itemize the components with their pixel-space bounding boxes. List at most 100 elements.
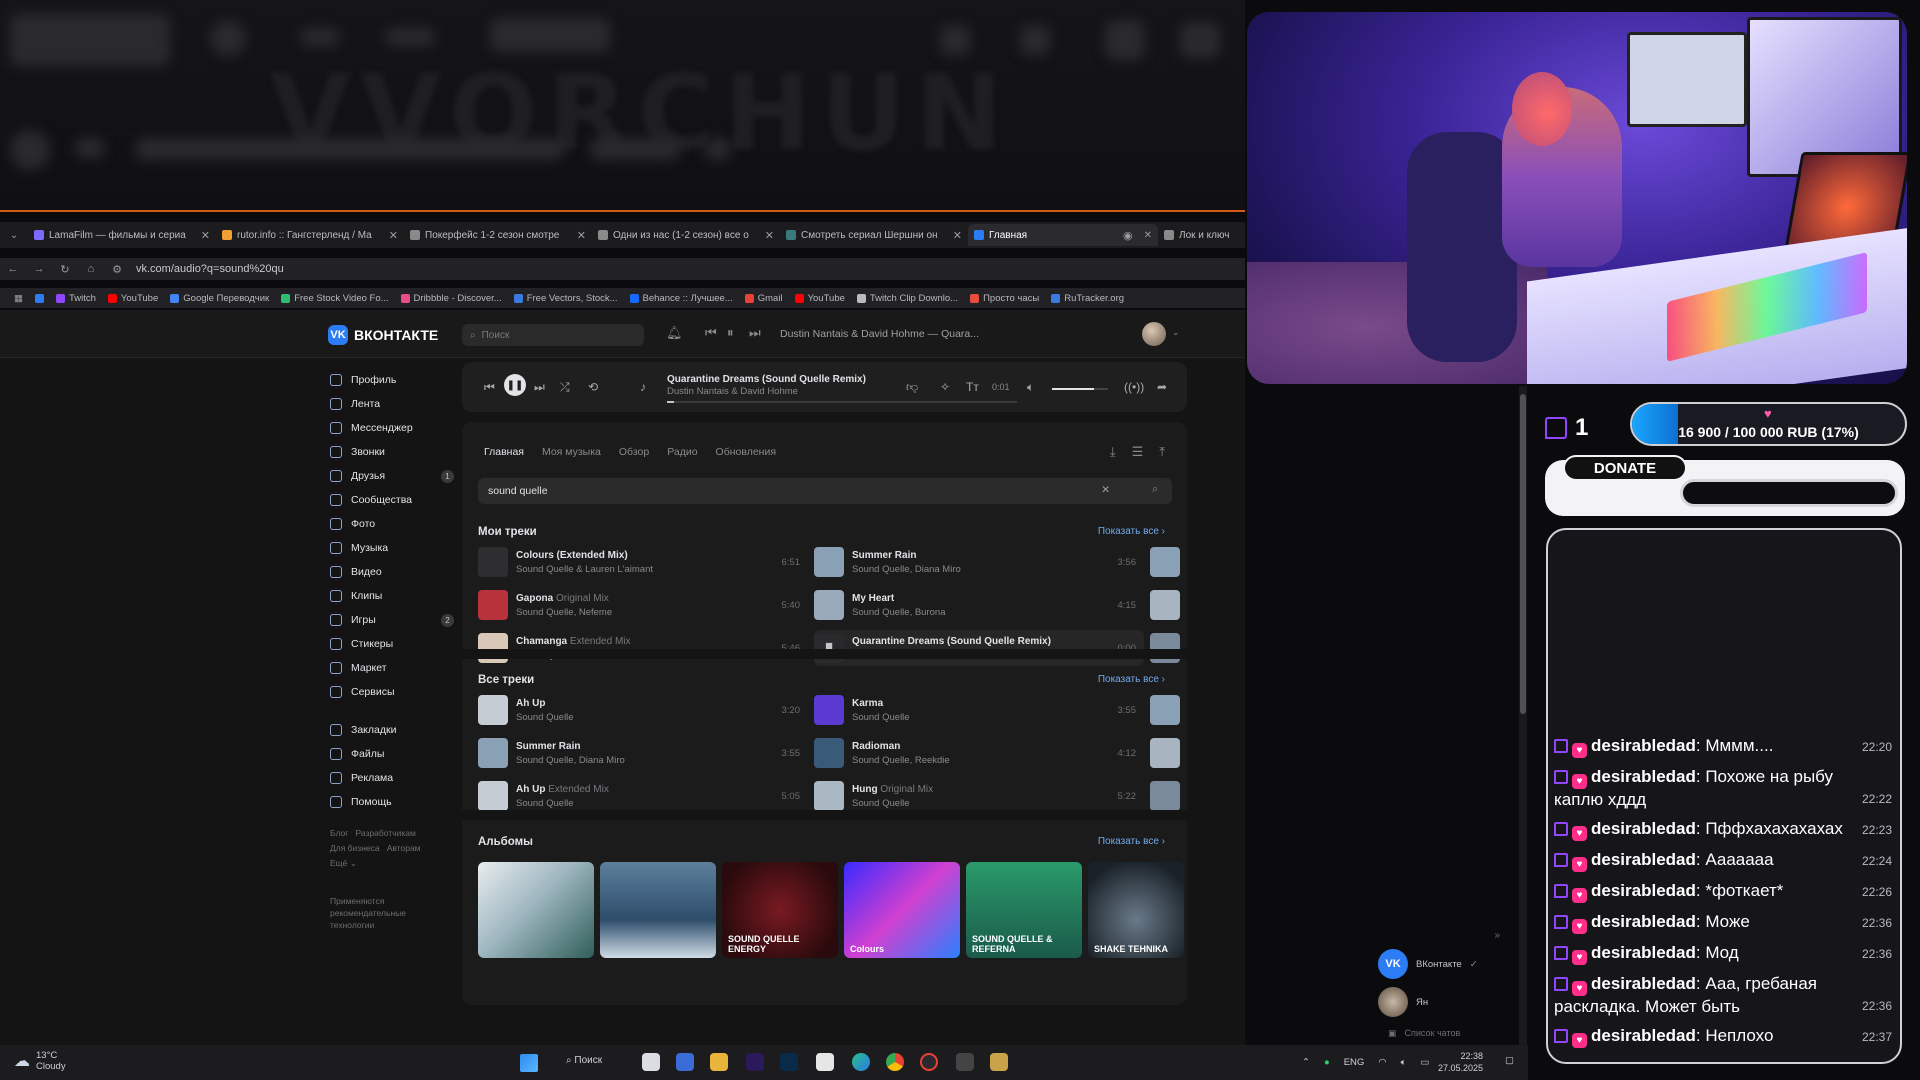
bookmark-item[interactable]: Free Vectors, Stock...: [513, 293, 618, 304]
pause-button[interactable]: ❚❚: [504, 374, 526, 396]
clear-icon[interactable]: ✕: [1101, 484, 1110, 496]
bookmark-item[interactable]: Dribbble - Discover...: [400, 293, 502, 304]
track-row[interactable]: Gapona Original Mix Sound Quelle, Nefeme 5…: [478, 587, 808, 623]
chevron-down-icon[interactable]: ⌄: [1172, 327, 1180, 338]
sparkle-icon[interactable]: ✧: [940, 380, 950, 394]
album-card[interactable]: [478, 862, 594, 958]
tab-main[interactable]: Главная: [484, 446, 524, 458]
taskbar-search[interactable]: ⌕ Поиск: [566, 1055, 602, 1066]
nav-item[interactable]: Реклама: [330, 766, 454, 790]
nav-item[interactable]: Помощь: [330, 790, 454, 814]
lyrics-icon[interactable]: Tт: [966, 380, 979, 394]
app-icon[interactable]: [816, 1053, 834, 1071]
task-view-icon[interactable]: [642, 1053, 660, 1071]
album-card[interactable]: [600, 862, 716, 958]
nav-item[interactable]: Звонки: [330, 440, 454, 464]
app-icon[interactable]: [956, 1053, 974, 1071]
browser-tab[interactable]: Одни из нас (1-2 сезон) все о ✕: [592, 224, 780, 246]
track-row[interactable]: Radioman Sound Quelle, Reekdie 4:12: [814, 735, 1144, 771]
bell-icon[interactable]: 🔔︎: [666, 325, 683, 341]
track-row[interactable]: Colours (Extended Mix) Sound Quelle & Lau…: [478, 544, 808, 580]
playlist-icon[interactable]: ☰: [1132, 444, 1144, 460]
volume-slider[interactable]: [1052, 388, 1108, 390]
track-row[interactable]: Ah Up Extended Mix Sound Quelle 5:05: [478, 778, 808, 814]
chat-item[interactable]: Ян: [1378, 983, 1500, 1021]
tab-list-icon[interactable]: ⌄: [0, 230, 28, 241]
back-icon[interactable]: ←: [0, 263, 26, 275]
language-indicator[interactable]: ENG: [1344, 1057, 1365, 1068]
vk-search-input[interactable]: ⌕ Поиск: [462, 324, 644, 346]
chat-list-link[interactable]: ▣ Список чатов: [1378, 1021, 1500, 1045]
search-icon[interactable]: ⌕: [1152, 483, 1158, 496]
bookmark-item[interactable]: YouTube: [794, 293, 845, 304]
upload-icon[interactable]: ⤒: [1159, 444, 1165, 460]
apps-icon[interactable]: ▦: [14, 293, 23, 304]
album-card[interactable]: SOUND QUELLE & REFERNA: [966, 862, 1082, 958]
volume-icon[interactable]: 🔈︎: [1027, 380, 1034, 395]
chat-username[interactable]: desirabledad: [1591, 974, 1696, 993]
track-row[interactable]: Ah Up Sound Quelle 3:20: [478, 692, 808, 728]
track-row[interactable]: ▐▌ Quarantine Dreams (Sound Quelle Remix)…: [814, 630, 1144, 666]
nav-item[interactable]: Клипы: [330, 584, 454, 608]
pause-icon[interactable]: ⏸︎: [727, 325, 734, 341]
next-track-icon[interactable]: ⏭︎: [534, 380, 545, 395]
nav-item[interactable]: Файлы: [330, 742, 454, 766]
close-icon[interactable]: ✕: [953, 229, 962, 242]
track-artist[interactable]: Sound Quelle: [852, 798, 1112, 809]
home-icon[interactable]: ⌂: [78, 263, 104, 275]
chat-username[interactable]: desirabledad: [1591, 943, 1696, 962]
vk-logo[interactable]: VK ВКОНТАКТЕ: [328, 325, 438, 345]
track-artist[interactable]: Sound Quelle, Diana Miro: [516, 755, 776, 766]
wifi-icon[interactable]: ◠: [1378, 1057, 1386, 1068]
browser-tab[interactable]: Покерфейс 1-2 сезон смотре ✕: [404, 224, 592, 246]
nav-item[interactable]: Мессенджер: [330, 416, 454, 440]
app-icon[interactable]: [920, 1053, 938, 1071]
bookmark-item[interactable]: Free Stock Video Fo...: [281, 293, 389, 304]
album-card[interactable]: SHAKE TEHNIKA: [1088, 862, 1184, 958]
track-artist[interactable]: Sound Quelle, Burona: [852, 607, 1112, 618]
close-icon[interactable]: ✕: [1144, 230, 1152, 241]
bookmark-item[interactable]: RuTracker.org: [1051, 293, 1124, 304]
nav-item[interactable]: Сервисы: [330, 680, 454, 704]
photoshop-icon[interactable]: [780, 1053, 798, 1071]
track-artist[interactable]: Sound Quelle: [516, 712, 776, 723]
repeat-icon[interactable]: ⟲: [588, 380, 598, 394]
clock[interactable]: 22:38 27.05.2025: [1438, 1050, 1483, 1074]
file-explorer-icon[interactable]: [710, 1053, 728, 1071]
track-row[interactable]: [1150, 735, 1187, 771]
reload-icon[interactable]: ↻: [52, 263, 78, 276]
tab-my-music[interactable]: Моя музыка: [542, 446, 601, 458]
previous-track-icon[interactable]: ⏮︎: [484, 380, 495, 395]
browser-tab[interactable]: rutor.info :: Гангстерленд / Ма ✕: [216, 224, 404, 246]
speaker-icon[interactable]: 🔈︎: [1401, 1057, 1407, 1068]
nav-item[interactable]: Музыка: [330, 536, 454, 560]
after-effects-icon[interactable]: [746, 1053, 764, 1071]
show-all-link[interactable]: Показать все ›: [1098, 526, 1165, 537]
nav-item[interactable]: Маркет: [330, 656, 454, 680]
nav-item[interactable]: Сообщества: [330, 488, 454, 512]
chevron-up-icon[interactable]: ⌃: [1302, 1057, 1310, 1068]
widgets-icon[interactable]: [676, 1053, 694, 1071]
dislike-icon[interactable]: 👎︎: [906, 380, 918, 395]
close-icon[interactable]: ✕: [389, 229, 398, 242]
expand-icon[interactable]: »: [1378, 930, 1500, 941]
chat-item[interactable]: VK ВКонтакте ✓: [1378, 945, 1500, 983]
track-row[interactable]: [1150, 692, 1187, 728]
track-row[interactable]: Hung Original Mix Sound Quelle 5:22: [814, 778, 1144, 814]
track-row[interactable]: [1150, 587, 1187, 623]
recommendation-note[interactable]: Применяются рекомендательные технологии: [330, 895, 426, 931]
mic-icon[interactable]: ●: [1324, 1057, 1330, 1068]
nav-item[interactable]: Закладки: [330, 718, 454, 742]
weather-widget[interactable]: ☁ 13°C Cloudy: [14, 1050, 66, 1072]
site-info-icon[interactable]: ⚙: [104, 263, 130, 276]
edge-icon[interactable]: [852, 1053, 870, 1071]
track-row[interactable]: [1150, 778, 1187, 814]
track-row[interactable]: Karma Sound Quelle 3:55: [814, 692, 1144, 728]
close-icon[interactable]: ✕: [201, 229, 210, 242]
bookmark-item[interactable]: Twitch: [55, 293, 96, 304]
nav-item[interactable]: Фото: [330, 512, 454, 536]
track-artist[interactable]: Sound Quelle, Diana Miro: [852, 564, 1112, 575]
track-row[interactable]: [1150, 630, 1187, 666]
page-scrollbar[interactable]: [1519, 386, 1527, 1046]
show-all-link[interactable]: Показать все ›: [1098, 674, 1165, 685]
